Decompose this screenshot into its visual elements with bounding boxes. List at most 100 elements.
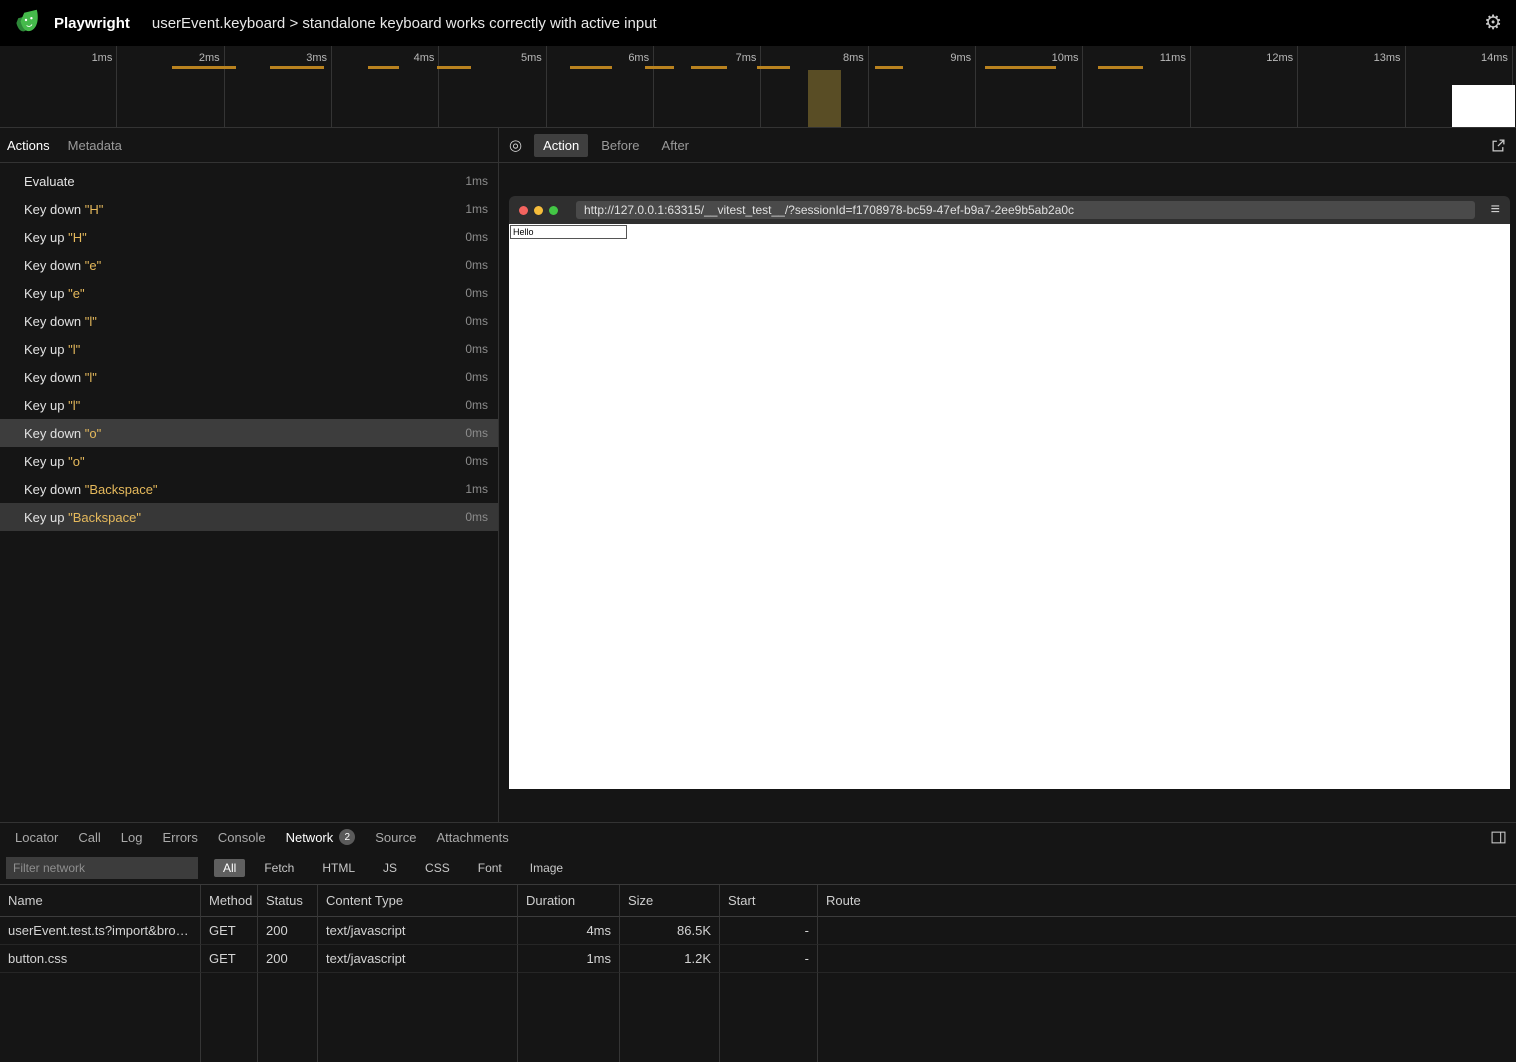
timeline-label: 12ms (1266, 52, 1293, 64)
action-list-item[interactable]: Key up "l"0ms (0, 391, 498, 419)
timeline-action-tick (270, 66, 324, 69)
timeline-label: 13ms (1374, 52, 1401, 64)
filter-chip-image[interactable]: Image (521, 859, 572, 877)
timeline-action-tick (875, 66, 903, 69)
filter-chip-js[interactable]: JS (374, 859, 406, 877)
action-title: Key down "l" (24, 370, 97, 385)
network-cell[interactable] (818, 945, 1516, 973)
network-cell[interactable]: GET (201, 945, 258, 973)
filter-chip-all[interactable]: All (214, 859, 245, 877)
title-bar: Playwright userEvent.keyboard > standalo… (0, 0, 1516, 46)
tab-log[interactable]: Log (113, 827, 151, 848)
network-cell[interactable]: userEvent.test.ts?import&bro… (0, 917, 201, 945)
action-list-item[interactable]: Key down "l"0ms (0, 307, 498, 335)
network-column-header: Size (620, 885, 720, 917)
timeline-label: 11ms (1160, 52, 1186, 64)
timeline[interactable]: 1ms2ms3ms4ms5ms6ms7ms8ms9ms10ms11ms12ms1… (0, 46, 1516, 128)
timeline-column: 9ms (869, 46, 976, 127)
timeline-action-tick (172, 66, 236, 69)
snapshot-panel: ◎ ActionBeforeAfter http://127.0.0.1:633… (499, 128, 1516, 822)
action-duration: 0ms (465, 230, 488, 244)
network-cell[interactable]: button.css (0, 945, 201, 973)
network-cell[interactable]: 1.2K (620, 945, 720, 973)
action-list-item[interactable]: Evaluate1ms (0, 167, 498, 195)
timeline-action-tick (645, 66, 674, 69)
timeline-selected-range[interactable] (808, 70, 841, 127)
trace-viewer: Playwright userEvent.keyboard > standalo… (0, 0, 1516, 1062)
tab-network[interactable]: Network2 (278, 826, 364, 848)
action-list-item[interactable]: Key down "e"0ms (0, 251, 498, 279)
action-list-item[interactable]: Key up "o"0ms (0, 447, 498, 475)
timeline-column: 10ms (976, 46, 1083, 127)
network-cell[interactable]: - (720, 917, 818, 945)
network-filler-cell (720, 973, 818, 1062)
tab-errors[interactable]: Errors (154, 827, 205, 848)
tab-locator[interactable]: Locator (7, 827, 66, 848)
action-list-item[interactable]: Key down "l" 0ms (0, 363, 498, 391)
action-list-item[interactable]: Key up "H" 0ms (0, 223, 498, 251)
action-list-item[interactable]: Key down "Backspace"1ms (0, 475, 498, 503)
filter-chip-html[interactable]: HTML (313, 859, 364, 877)
filmstrip-thumbnail[interactable] (1452, 85, 1515, 128)
filter-chip-font[interactable]: Font (469, 859, 511, 877)
pick-locator-icon[interactable]: ◎ (509, 136, 522, 154)
filter-chip-fetch[interactable]: Fetch (255, 859, 303, 877)
settings-icon[interactable]: ⚙ (1484, 13, 1502, 33)
browser-menu-icon: ≡ (1491, 202, 1500, 218)
test-case-title: userEvent.keyboard > standalone keyboard… (152, 15, 657, 32)
tab-after[interactable]: After (653, 134, 698, 157)
tab-console[interactable]: Console (210, 827, 274, 848)
action-duration: 0ms (465, 342, 488, 356)
tab-action[interactable]: Action (534, 134, 588, 157)
browser-chrome-bar: http://127.0.0.1:63315/__vitest_test__/?… (509, 196, 1510, 224)
action-key: "H" (68, 230, 87, 245)
timeline-label: 9ms (950, 52, 971, 64)
tab-source[interactable]: Source (367, 827, 424, 848)
action-list-item[interactable]: Key down "o"0ms (0, 419, 498, 447)
timeline-label: 2ms (199, 52, 220, 64)
action-duration: 0ms (465, 398, 488, 412)
action-list-item[interactable]: Key up "e"0ms (0, 279, 498, 307)
action-duration: 0ms (465, 370, 488, 384)
network-cell[interactable]: text/javascript (318, 945, 518, 973)
tab-call[interactable]: Call (70, 827, 108, 848)
network-cell[interactable]: 86.5K (620, 917, 720, 945)
address-bar: http://127.0.0.1:63315/__vitest_test__/?… (576, 201, 1475, 219)
open-snapshot-in-new-tab-icon[interactable] (1491, 138, 1506, 153)
action-title: Key up "Backspace" (24, 510, 141, 525)
network-column-header: Method (201, 885, 258, 917)
action-list-item[interactable]: Key down "H"1ms (0, 195, 498, 223)
tab-before[interactable]: Before (592, 134, 648, 157)
timeline-label: 8ms (843, 52, 864, 64)
action-key: "o" (85, 426, 101, 441)
network-column-header: Name (0, 885, 201, 917)
timeline-action-tick (757, 66, 790, 69)
network-cell[interactable]: text/javascript (318, 917, 518, 945)
tab-actions[interactable]: Actions (7, 138, 50, 153)
page-text-input[interactable] (510, 225, 627, 239)
timeline-column: 2ms (117, 46, 224, 127)
action-list-item[interactable]: Key up "Backspace"0ms (0, 503, 498, 531)
traffic-light-green-icon (549, 206, 558, 215)
tab-attachments[interactable]: Attachments (428, 827, 516, 848)
network-cell[interactable]: 200 (258, 945, 318, 973)
timeline-action-tick (985, 66, 1056, 69)
filter-chip-css[interactable]: CSS (416, 859, 459, 877)
action-title: Key up "o" (24, 454, 85, 469)
timeline-label: 3ms (306, 52, 327, 64)
network-cell[interactable]: 200 (258, 917, 318, 945)
network-cell[interactable] (818, 917, 1516, 945)
network-column-header: Start (720, 885, 818, 917)
network-cell[interactable]: GET (201, 917, 258, 945)
timeline-label: 14ms (1481, 52, 1508, 64)
network-filler-cell (518, 973, 620, 1062)
network-cell[interactable]: 1ms (518, 945, 620, 973)
tab-metadata[interactable]: Metadata (68, 138, 122, 153)
action-list-item[interactable]: Key up "l"0ms (0, 335, 498, 363)
network-column-header: Route (818, 885, 1516, 917)
network-cell[interactable]: - (720, 945, 818, 973)
action-title: Key up "H" (24, 230, 87, 245)
layout-columns-icon[interactable] (1491, 830, 1506, 845)
network-filter-input[interactable] (6, 857, 198, 879)
network-cell[interactable]: 4ms (518, 917, 620, 945)
